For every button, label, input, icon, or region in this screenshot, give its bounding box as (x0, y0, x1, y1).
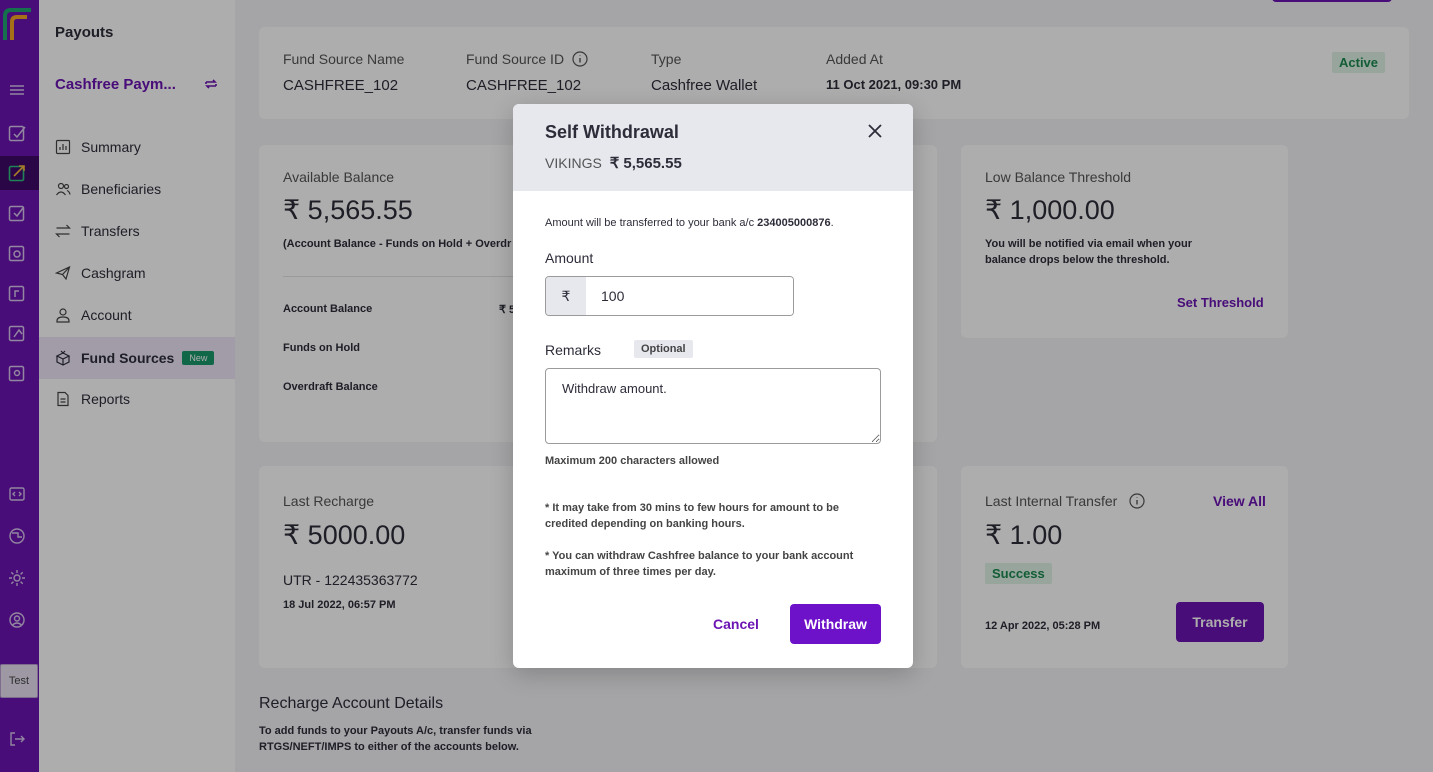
amount-field[interactable]: ₹ (545, 276, 794, 316)
cancel-button[interactable]: Cancel (697, 604, 775, 644)
dialog-subtitle: VIKINGS ₹ 5,565.55 (545, 154, 682, 172)
remarks-textarea[interactable]: Withdraw amount. (545, 368, 881, 444)
amount-input[interactable] (586, 277, 793, 315)
bank-account-number: 234005000876 (757, 217, 831, 229)
timing-note: * It may take from 30 mins to few hours … (545, 502, 839, 530)
close-icon[interactable] (865, 121, 885, 141)
amount-label: Amount (545, 250, 594, 266)
remarks-label: Remarks (545, 342, 602, 358)
remarks-hint: Maximum 200 characters allowed (545, 455, 720, 467)
dialog-title: Self Withdrawal (545, 122, 679, 142)
withdraw-button[interactable]: Withdraw (790, 604, 881, 644)
account-balance: ₹ 5,565.55 (609, 155, 682, 172)
optional-tag: Optional (634, 340, 693, 358)
self-withdrawal-dialog: Self Withdrawal VIKINGS ₹ 5,565.55 Amoun… (513, 104, 913, 668)
account-label: VIKINGS (545, 155, 602, 171)
rupee-prefix: ₹ (546, 277, 586, 315)
bank-account-info: Amount will be transferred to your bank … (545, 217, 834, 229)
dialog-header: Self Withdrawal VIKINGS ₹ 5,565.55 (513, 104, 913, 191)
limit-note: * You can withdraw Cashfree balance to y… (545, 550, 854, 578)
